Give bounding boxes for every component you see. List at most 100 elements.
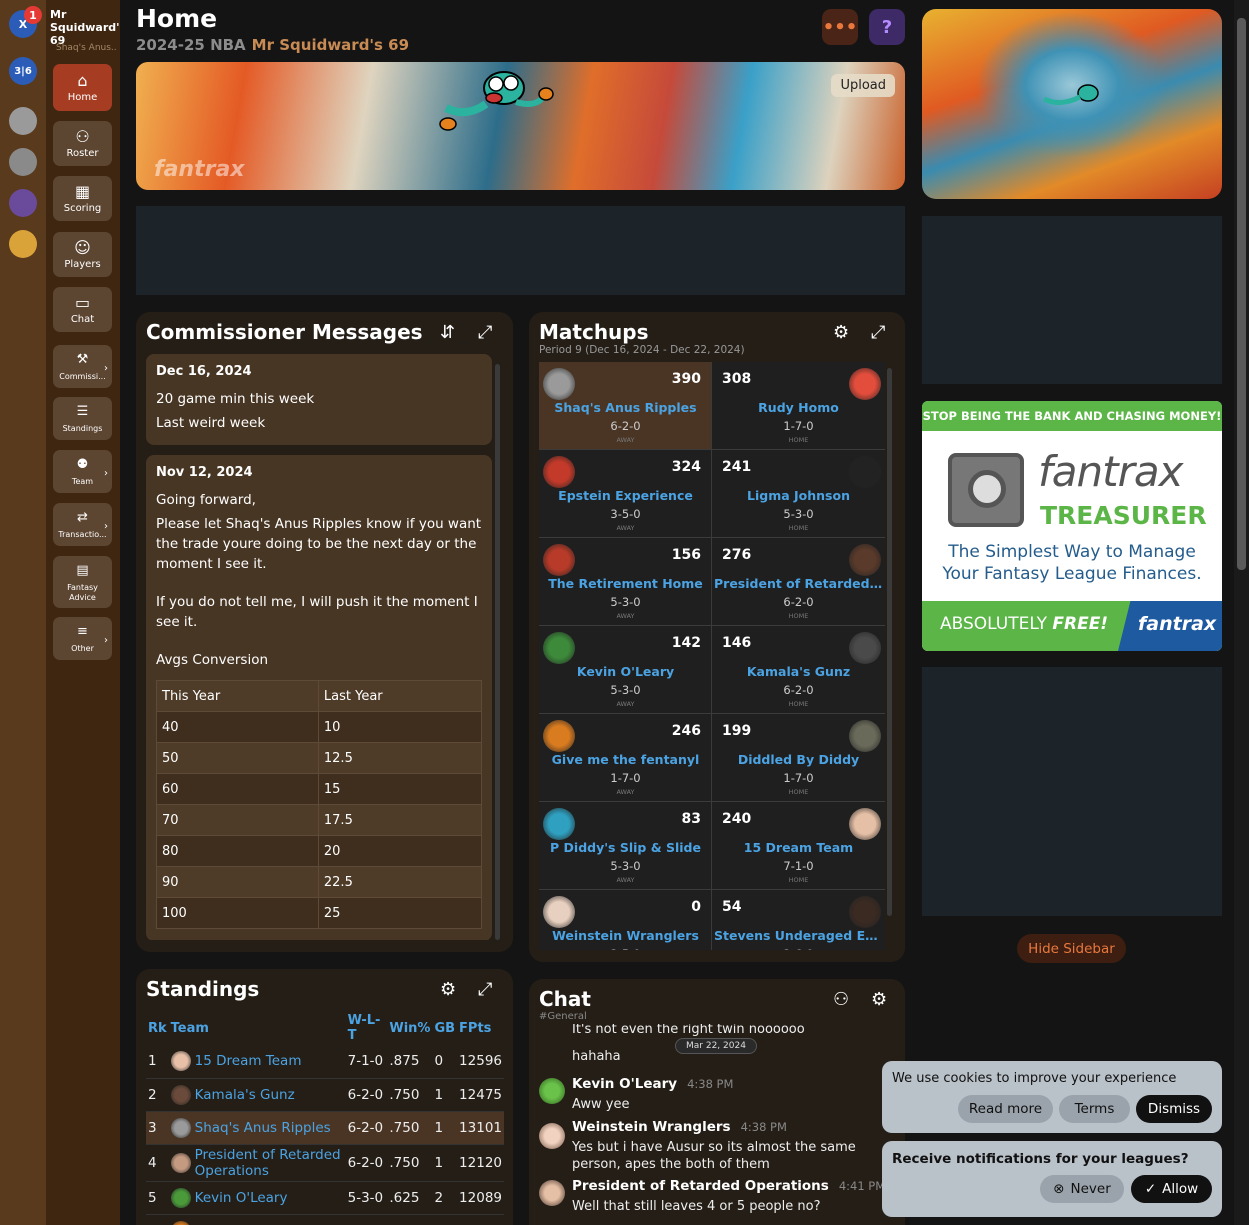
league-badge-icon[interactable]: 3|6	[9, 57, 37, 85]
standings-team-link[interactable]: Kamala's Gunz	[170, 1084, 344, 1105]
nav-transactions[interactable]: ⇄ Transactio... ›	[53, 503, 112, 546]
matchup-team-name[interactable]: Kevin O'Leary	[539, 664, 712, 679]
table-row[interactable]: 5 Kevin O'Leary 5-3-0.625 2 12089	[146, 1181, 504, 1215]
col-rk[interactable]: Rk	[146, 1011, 169, 1045]
nav-roster[interactable]: ⚇ Roster	[53, 121, 112, 166]
avatar[interactable]	[543, 896, 575, 928]
avatar[interactable]	[543, 632, 575, 664]
standings-team-link[interactable]: President of Retarded Operations	[170, 1147, 344, 1179]
terms-button[interactable]: Terms	[1059, 1095, 1130, 1123]
matchup-away-cell[interactable]: 83 P Diddy's Slip & Slide 5-3-0 AWAY	[539, 802, 712, 890]
page-scrollbar-thumb[interactable]	[1237, 18, 1246, 570]
transfer-icon[interactable]: ⇵	[440, 322, 455, 343]
expand-icon[interactable]: ⤢	[871, 322, 885, 343]
matchup-home-cell[interactable]: 199 Diddled By Diddy 1-7-0 HOME	[712, 714, 885, 802]
nav-other[interactable]: ≡ Other ›	[53, 617, 112, 660]
matchup-away-cell[interactable]: 142 Kevin O'Leary 5-3-0 AWAY	[539, 626, 712, 714]
standings-team-link[interactable]: Shaq's Anus Ripples	[170, 1117, 344, 1138]
help-button[interactable]: ?	[869, 9, 905, 45]
nav-standings[interactable]: ☰ Standings	[53, 397, 112, 440]
league-avatar-1[interactable]	[9, 107, 37, 135]
avatar[interactable]	[849, 720, 881, 752]
matchup-home-cell[interactable]: 54Stevens Underaged Experience2-6-0HOME	[712, 890, 885, 950]
matchup-away-cell[interactable]: 390 Shaq's Anus Ripples 6-2-0 AWAY	[539, 362, 712, 450]
matchup-home-cell[interactable]: 146 Kamala's Gunz 6-2-0 HOME	[712, 626, 885, 714]
chat-channel[interactable]: #General	[539, 1011, 587, 1022]
upload-button[interactable]: Upload	[831, 74, 895, 97]
col-gb[interactable]: GB	[432, 1011, 457, 1045]
table-row[interactable]: 6The Retirement Home5-3-0.625211909	[146, 1214, 504, 1225]
col-fpts[interactable]: FPts	[457, 1011, 504, 1045]
matchup-team-name[interactable]: Weinstein Wranglers	[539, 928, 712, 943]
chat-author[interactable]: Kevin O'Leary 4:38 PM	[572, 1076, 733, 1092]
standings-team-link[interactable]: The Retirement Home	[170, 1220, 344, 1225]
matchup-home-cell[interactable]: 240 15 Dream Team 7-1-0 HOME	[712, 802, 885, 890]
matchups-grid[interactable]: 390 Shaq's Anus Ripples 6-2-0 AWAY 308 Rudy H…	[539, 362, 885, 950]
table-row[interactable]: 2 Kamala's Gunz 6-2-0.750 1 12475	[146, 1078, 504, 1112]
table-row[interactable]: 3 Shaq's Anus Ripples 6-2-0.750 1 13101	[146, 1111, 504, 1145]
matchup-team-name[interactable]: Epstein Experience	[539, 488, 712, 503]
expand-icon[interactable]: ⤢	[478, 979, 492, 1000]
league-avatar-4[interactable]	[9, 230, 37, 258]
gear-icon[interactable]: ⚙	[440, 979, 456, 1000]
commissioner-scrollbar[interactable]	[495, 364, 500, 940]
page-scrollbar[interactable]	[1234, 0, 1249, 1225]
col-winpct[interactable]: Win%	[387, 1011, 432, 1045]
avatar[interactable]	[543, 720, 575, 752]
matchup-team-name[interactable]: Give me the fentanyl	[539, 752, 712, 767]
matchup-team-name[interactable]: President of Retarded Operations	[712, 576, 885, 591]
matchup-away-cell[interactable]: 246 Give me the fentanyl 1-7-0 AWAY	[539, 714, 712, 802]
avatar[interactable]	[849, 896, 881, 928]
chat-messages[interactable]: It's not even the right twin noooooo hah…	[539, 1024, 889, 1225]
matchup-team-name[interactable]: Stevens Underaged Experience	[712, 928, 885, 943]
matchup-team-name[interactable]: Rudy Homo	[712, 400, 885, 415]
avatar[interactable]	[849, 368, 881, 400]
col-wlt[interactable]: W-L-T	[346, 1011, 388, 1045]
matchup-home-cell[interactable]: 241 Ligma Johnson 5-3-0 HOME	[712, 450, 885, 538]
commissioner-messages-list[interactable]: Dec 16, 2024 20 game min this week Last …	[146, 354, 492, 940]
table-row[interactable]: 4 President of Retarded Operations 6-2-0.7…	[146, 1144, 504, 1182]
avatar[interactable]	[849, 544, 881, 576]
avatar[interactable]	[849, 808, 881, 840]
nav-fantasy-advice[interactable]: ▤ Fantasy Advice	[53, 556, 112, 608]
allow-button[interactable]: ✓ Allow	[1131, 1175, 1212, 1203]
more-options-button[interactable]: •••	[822, 9, 858, 45]
standings-team-link[interactable]: Kevin O'Leary	[170, 1187, 344, 1208]
chat-author[interactable]: Weinstein Wranglers 4:38 PM	[572, 1119, 787, 1135]
matchup-away-cell[interactable]: 324 Epstein Experience 3-5-0 AWAY	[539, 450, 712, 538]
gear-icon[interactable]: ⚙	[833, 322, 849, 343]
matchup-team-name[interactable]: P Diddy's Slip & Slide	[539, 840, 712, 855]
gear-icon[interactable]: ⚙	[871, 989, 887, 1010]
matchup-away-cell[interactable]: 156 The Retirement Home 5-3-0 AWAY	[539, 538, 712, 626]
avatar[interactable]	[543, 456, 575, 488]
league-avatar-2[interactable]	[9, 148, 37, 176]
matchup-team-name[interactable]: 15 Dream Team	[712, 840, 885, 855]
matchup-home-cell[interactable]: 308 Rudy Homo 1-7-0 HOME	[712, 362, 885, 450]
matchup-away-cell[interactable]: 0Weinstein Wranglers3-5-0AWAY	[539, 890, 712, 950]
league-link[interactable]: Mr Squidward's 69	[252, 36, 409, 54]
nav-chat[interactable]: ▭ Chat	[53, 287, 112, 332]
avatar[interactable]	[543, 808, 575, 840]
avatar[interactable]	[543, 544, 575, 576]
never-button[interactable]: ⊗ Never	[1040, 1175, 1124, 1203]
matchup-team-name[interactable]: Diddled By Diddy	[712, 752, 885, 767]
avatar[interactable]	[539, 1078, 565, 1104]
avatar[interactable]	[543, 368, 575, 400]
nav-commissioner[interactable]: ⚒ Commissi... ›	[53, 345, 112, 388]
matchup-team-name[interactable]: Ligma Johnson	[712, 488, 885, 503]
avatar[interactable]	[539, 1180, 565, 1206]
dismiss-button[interactable]: Dismiss	[1136, 1095, 1212, 1123]
matchup-home-cell[interactable]: 276 President of Retarded Operations 6-2-0…	[712, 538, 885, 626]
nav-scoring[interactable]: ▦ Scoring	[53, 176, 112, 221]
read-more-button[interactable]: Read more	[958, 1095, 1053, 1123]
matchup-team-name[interactable]: Kamala's Gunz	[712, 664, 885, 679]
expand-icon[interactable]: ⤢	[478, 322, 492, 343]
avatar[interactable]	[849, 632, 881, 664]
add-user-icon[interactable]: ⚇	[833, 989, 849, 1010]
standings-team-link[interactable]: 15 Dream Team	[170, 1051, 344, 1072]
nav-home[interactable]: ⌂ Home	[53, 64, 112, 111]
avatar[interactable]	[539, 1123, 565, 1149]
treasurer-promo[interactable]: STOP BEING THE BANK AND CHASING MONEY! f…	[922, 401, 1222, 651]
avatar[interactable]	[849, 456, 881, 488]
league-avatar-3[interactable]	[9, 189, 37, 217]
